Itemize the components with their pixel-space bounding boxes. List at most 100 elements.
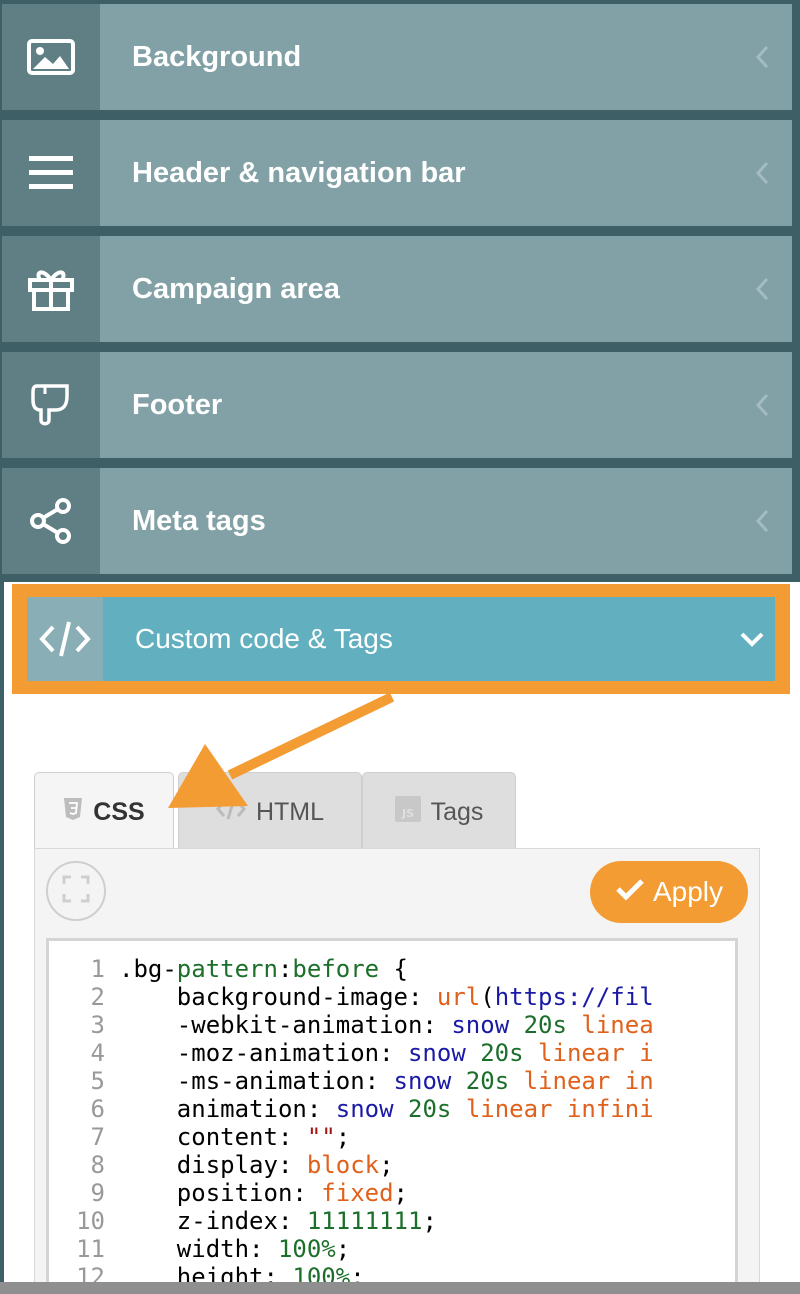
code-token: linear infini — [465, 1095, 654, 1123]
code-token: ; — [422, 1207, 437, 1235]
menu-item-campaign[interactable]: Campaign area — [2, 236, 792, 342]
code-token: { — [379, 955, 409, 983]
line-number: 8 — [90, 1151, 105, 1179]
menu-item-meta-tags[interactable]: Meta tags — [2, 468, 792, 574]
code-token: url — [436, 983, 481, 1011]
line-number: 3 — [90, 1011, 105, 1039]
chevron-left-icon — [732, 507, 792, 535]
code-line: 11 width: 100%; — [49, 1235, 735, 1263]
code-token: "" — [306, 1123, 336, 1151]
expand-icon — [62, 875, 90, 908]
menu-item-custom-code[interactable]: Custom code & Tags — [12, 584, 790, 694]
code-token: display: — [119, 1151, 307, 1179]
code-token: snow — [393, 1067, 452, 1095]
code-token: : — [277, 955, 293, 983]
tab-css[interactable]: CSS — [34, 772, 174, 852]
js-icon: JS — [394, 796, 421, 829]
scrollbar[interactable] — [0, 1282, 800, 1294]
code-token: ; — [335, 1235, 351, 1263]
code-token: -ms-animation: — [119, 1067, 394, 1095]
line-number: 11 — [76, 1235, 105, 1263]
code-token: ; — [393, 1179, 408, 1207]
css3-icon — [63, 797, 83, 828]
menu-item-label: Meta tags — [132, 504, 266, 537]
line-number: 10 — [76, 1207, 105, 1235]
code-token: .bg- — [119, 955, 177, 983]
apply-button[interactable]: Apply — [590, 861, 748, 923]
code-token: https — [494, 983, 567, 1011]
menu-item-footer[interactable]: Footer — [2, 352, 792, 458]
code-text: -webkit-animation: snow 20s linea — [119, 1011, 654, 1039]
code-icon — [27, 597, 103, 681]
tab-label: HTML — [255, 798, 325, 826]
code-token: linea — [581, 1011, 654, 1039]
menu-item-label: Footer — [132, 388, 223, 421]
code-text: background-image: url(https://fil — [119, 983, 654, 1011]
line-number: 7 — [90, 1123, 105, 1151]
checkmark-icon — [615, 876, 645, 908]
code-line: 2 background-image: url(https://fil — [49, 983, 735, 1011]
code-token: 11111111 — [306, 1207, 423, 1235]
code-token: 20s — [523, 1011, 567, 1039]
menu-item-label: Header & navigation bar — [132, 156, 466, 189]
line-number: 6 — [90, 1095, 105, 1123]
menu-item-label: Campaign area — [132, 272, 340, 305]
code-text: display: block; — [119, 1151, 394, 1179]
code-text: width: 100%; — [119, 1235, 350, 1263]
code-token: 20s — [480, 1039, 524, 1067]
menu-item-background[interactable]: Background — [2, 4, 792, 110]
menu-item-label: Custom code & Tags — [135, 623, 393, 654]
code-token: content: — [119, 1123, 307, 1151]
code-token: -webkit-animation: — [119, 1011, 452, 1039]
line-number: 9 — [90, 1179, 105, 1207]
code-line: 1 .bg-pattern:before { — [49, 955, 735, 983]
code-text: .bg-pattern:before { — [119, 955, 408, 983]
code-token: snow — [335, 1095, 394, 1123]
tab-label: CSS — [93, 798, 145, 826]
code-line: 5 -ms-animation: snow 20s linear in — [49, 1067, 735, 1095]
code-line: 7 content: ""; — [49, 1123, 735, 1151]
hamburger-icon — [2, 120, 100, 226]
code-text: -ms-animation: snow 20s linear in — [119, 1067, 654, 1095]
code-line: 3 -webkit-animation: snow 20s linea — [49, 1011, 735, 1039]
line-number: 2 — [90, 983, 105, 1011]
code-token: z-index: — [119, 1207, 307, 1235]
code-line: 9 position: fixed; — [49, 1179, 735, 1207]
image-icon — [2, 4, 100, 110]
line-number: 1 — [90, 955, 105, 983]
code-token: pattern — [176, 955, 278, 983]
code-text: z-index: 11111111; — [119, 1207, 437, 1235]
code-text: animation: snow 20s linear infini — [119, 1095, 654, 1123]
svg-text:JS: JS — [401, 807, 414, 820]
code-token: width: — [119, 1235, 278, 1263]
code-token: ; — [379, 1151, 394, 1179]
code-token: linear in — [523, 1067, 654, 1095]
share-icon — [2, 468, 100, 574]
tab-tags[interactable]: JS Tags — [362, 772, 516, 852]
code-token: 100% — [277, 1235, 336, 1263]
code-line: 6 animation: snow 20s linear infini — [49, 1095, 735, 1123]
fullscreen-button[interactable] — [46, 861, 106, 921]
code-token: snow — [451, 1011, 510, 1039]
code-token: ; — [335, 1123, 351, 1151]
line-number: 4 — [90, 1039, 105, 1067]
menu-item-header[interactable]: Header & navigation bar — [2, 120, 792, 226]
code-token: animation: — [119, 1095, 336, 1123]
tab-html[interactable]: HTML — [178, 772, 362, 852]
code-token: 20s — [408, 1095, 452, 1123]
code-token: ( — [480, 983, 495, 1011]
code-editor[interactable]: 1 .bg-pattern:before {2 background-image:… — [46, 938, 738, 1294]
tab-label: Tags — [430, 798, 484, 826]
gift-icon — [2, 236, 100, 342]
code-token: 20s — [465, 1067, 510, 1095]
chevron-left-icon — [732, 391, 792, 419]
code-token: before — [292, 955, 380, 983]
code-text: position: fixed; — [119, 1179, 408, 1207]
code-token: block — [306, 1151, 380, 1179]
code-text: -moz-animation: snow 20s linear i — [119, 1039, 654, 1067]
